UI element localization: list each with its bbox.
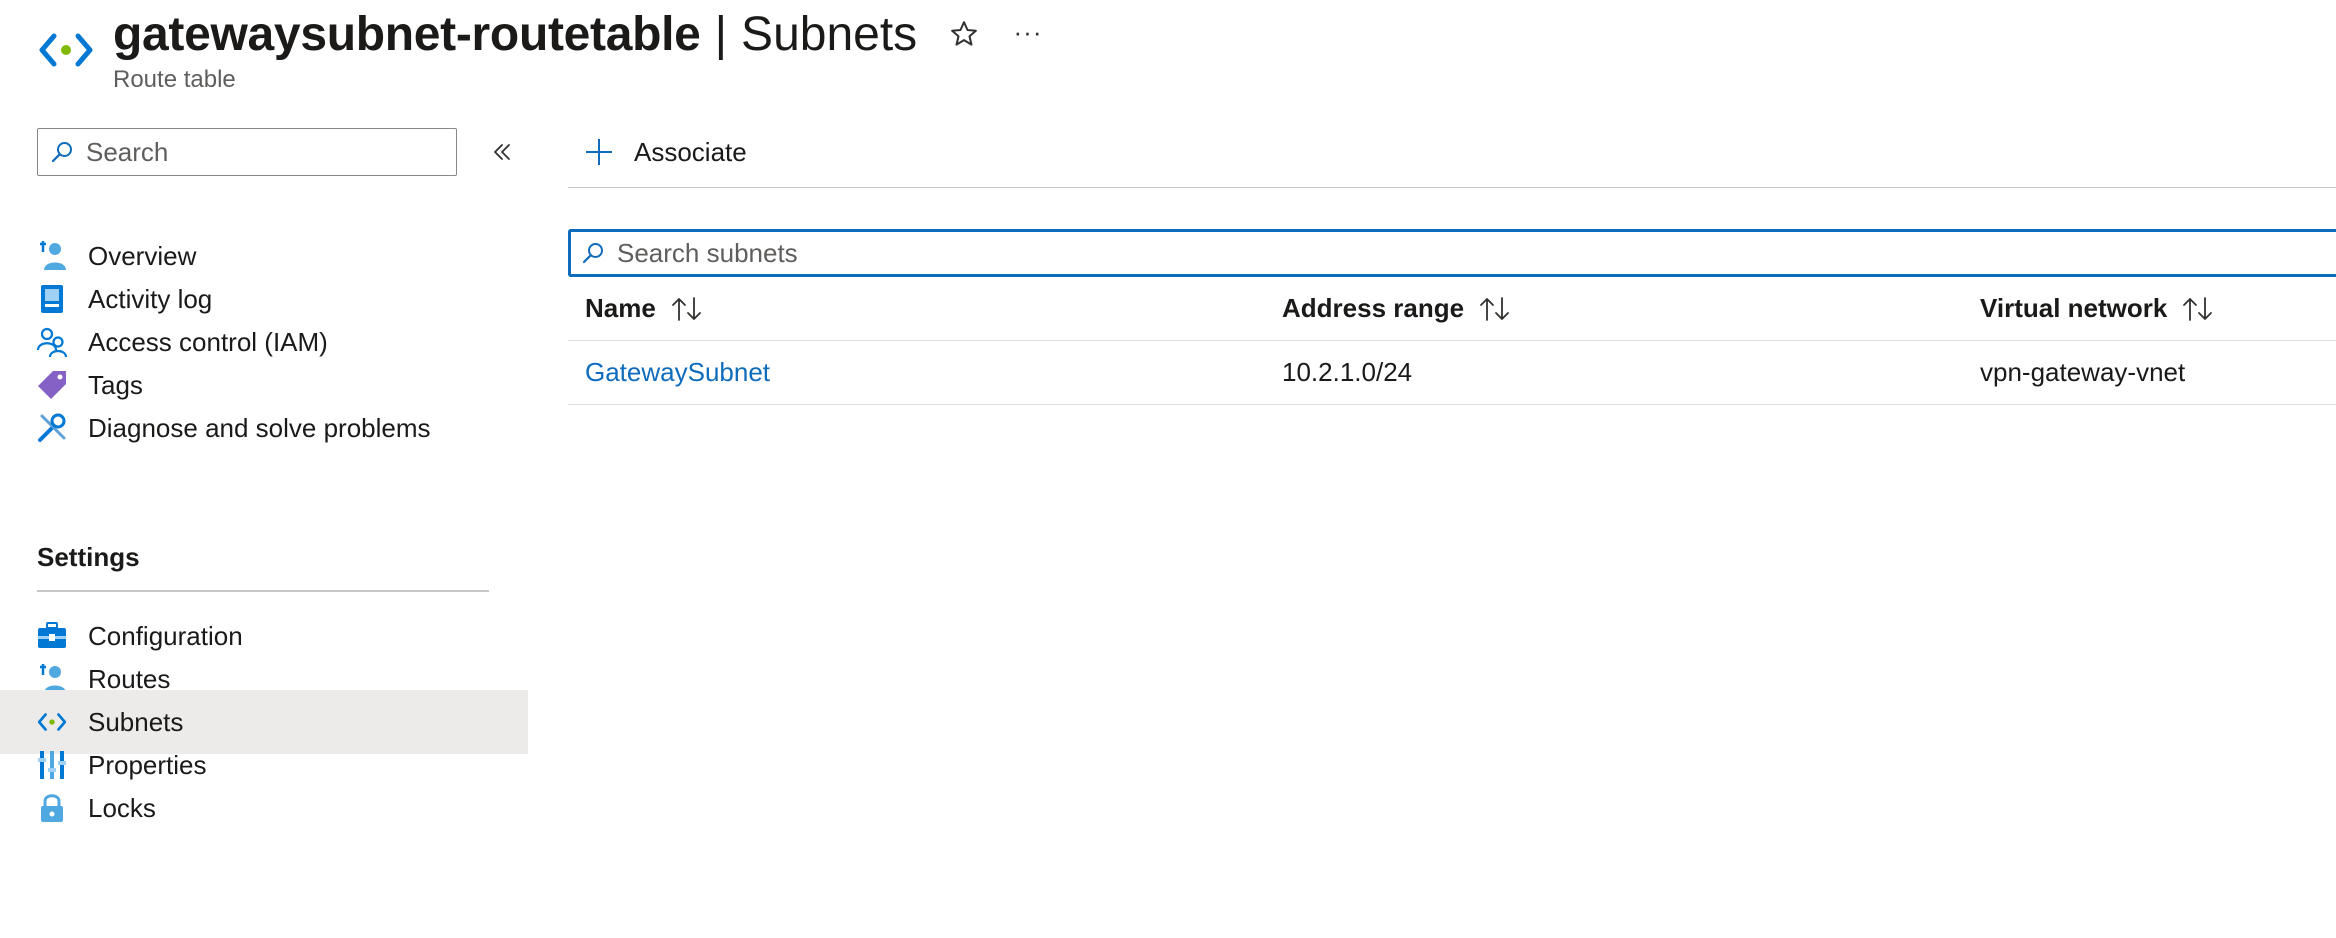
favorite-button[interactable] bbox=[944, 14, 984, 54]
virtual-network-value: vpn-gateway-vnet bbox=[1980, 357, 2186, 387]
sidebar-item-locks[interactable]: Locks bbox=[0, 776, 528, 840]
sidebar-item-label: Diagnose and solve problems bbox=[88, 412, 431, 443]
more-icon: ··· bbox=[1013, 16, 1043, 47]
resource-type-subtitle: Route table bbox=[113, 66, 236, 93]
column-label: Name bbox=[585, 293, 656, 323]
search-subnets-input[interactable]: Search subnets bbox=[568, 229, 2336, 277]
column-label: Address range bbox=[1282, 293, 1465, 323]
wrench-icon bbox=[36, 412, 68, 444]
settings-section-header: Settings bbox=[37, 542, 140, 572]
section-divider bbox=[37, 590, 489, 592]
address-range-value: 10.2.1.0/24 bbox=[1282, 357, 1413, 387]
command-bar: Associate bbox=[568, 110, 2336, 188]
cell-virtual-network: vpn-gateway-vnet bbox=[1980, 341, 2185, 404]
lock-icon bbox=[36, 792, 68, 824]
sidebar-search-input[interactable]: Search bbox=[37, 128, 457, 176]
search-icon bbox=[582, 243, 603, 264]
main-content: Associate Search subnets Name Address ra… bbox=[568, 110, 2336, 938]
sidebar-search-placeholder: Search bbox=[86, 136, 169, 167]
star-icon bbox=[951, 21, 977, 46]
sidebar-item-label: Locks bbox=[88, 792, 156, 823]
plus-icon bbox=[586, 139, 612, 165]
more-options-button[interactable]: ··· bbox=[1008, 12, 1048, 52]
sidebar: Search Overview Activity log Access cont… bbox=[0, 110, 528, 938]
column-header-address-range: Address range bbox=[1282, 277, 1512, 340]
page-title: gatewaysubnet-routetable | Subnets bbox=[113, 2, 917, 66]
cell-address-range: 10.2.1.0/24 bbox=[1282, 341, 1412, 404]
collapse-sidebar-button[interactable] bbox=[482, 132, 522, 172]
column-label: Virtual network bbox=[1980, 293, 2168, 323]
title-separator: | bbox=[714, 7, 728, 61]
search-subnets-placeholder: Search subnets bbox=[617, 237, 798, 268]
subnet-name-link[interactable]: GatewaySubnet bbox=[585, 357, 770, 388]
table-row: GatewaySubnet 10.2.1.0/24 vpn-gateway-vn… bbox=[568, 341, 2336, 405]
subnets-icon bbox=[39, 33, 93, 67]
column-header-virtual-network: Virtual network bbox=[1980, 277, 2215, 340]
search-icon bbox=[51, 142, 72, 163]
page-name: Subnets bbox=[741, 7, 918, 61]
sort-icon[interactable] bbox=[670, 296, 704, 322]
page-header: gatewaysubnet-routetable | Subnets ··· R… bbox=[0, 0, 2336, 110]
resource-name: gatewaysubnet-routetable bbox=[113, 7, 701, 61]
cell-name: GatewaySubnet bbox=[585, 341, 770, 404]
associate-label: Associate bbox=[634, 136, 747, 167]
sort-icon[interactable] bbox=[1478, 296, 1512, 322]
sidebar-item-diagnose[interactable]: Diagnose and solve problems bbox=[0, 396, 528, 460]
sort-icon[interactable] bbox=[2181, 296, 2215, 322]
double-chevron-left-icon bbox=[494, 144, 510, 160]
associate-button[interactable]: Associate bbox=[584, 130, 747, 174]
subnets-table: Name Address range Virtual network Gatew… bbox=[568, 277, 2336, 405]
column-header-name: Name bbox=[585, 277, 704, 340]
table-header: Name Address range Virtual network bbox=[568, 277, 2336, 341]
